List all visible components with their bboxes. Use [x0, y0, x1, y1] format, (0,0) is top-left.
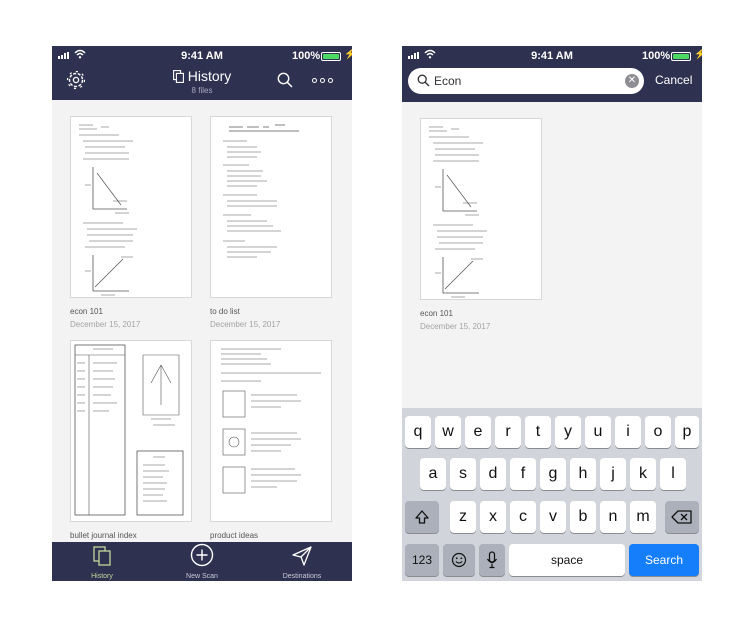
key-f[interactable]: f — [510, 458, 536, 490]
page-title-text: History — [187, 68, 232, 84]
key-h[interactable]: h — [570, 458, 596, 490]
key-n[interactable]: n — [600, 501, 626, 533]
file-name: product ideas — [210, 531, 259, 540]
key-e[interactable]: e — [465, 416, 491, 448]
paper-plane-icon — [292, 546, 312, 566]
key-k[interactable]: k — [630, 458, 656, 490]
clear-search-icon[interactable]: ✕ — [625, 74, 639, 88]
key-o[interactable]: o — [645, 416, 671, 448]
key-i[interactable]: i — [615, 416, 641, 448]
key-u[interactable]: u — [585, 416, 611, 448]
charging-icon: ⚡ — [344, 49, 352, 60]
file-thumbnail[interactable] — [70, 116, 192, 298]
key-m[interactable]: m — [630, 501, 656, 533]
tab-history-label: History — [91, 573, 113, 580]
file-thumbnail[interactable] — [70, 340, 192, 522]
file-card[interactable]: to do list December 15, 2017 — [210, 116, 334, 329]
history-nav-bar: 9:41 AM 100% ⚡ History 8 files — [52, 46, 352, 100]
emoji-key[interactable] — [443, 544, 475, 576]
battery-icon — [321, 52, 341, 61]
battery-icon — [671, 52, 691, 61]
file-name: econ 101 — [420, 309, 453, 318]
search-field[interactable]: ✕ — [408, 68, 644, 94]
more-options-icon[interactable] — [312, 78, 333, 83]
file-thumbnail[interactable] — [210, 340, 332, 522]
search-nav-bar: 9:41 AM 100% ⚡ ✕ Cancel — [402, 46, 702, 102]
key-w[interactable]: w — [435, 416, 461, 448]
file-name: econ 101 — [70, 307, 103, 316]
key-v[interactable]: v — [540, 501, 566, 533]
search-icon[interactable] — [277, 72, 293, 88]
search-input[interactable] — [434, 72, 614, 90]
file-date: December 15, 2017 — [210, 320, 281, 329]
key-j[interactable]: j — [600, 458, 626, 490]
key-s[interactable]: s — [450, 458, 476, 490]
documents-icon — [172, 70, 184, 83]
file-thumbnail[interactable] — [420, 118, 542, 300]
charging-icon: ⚡ — [694, 49, 702, 60]
key-q[interactable]: q — [405, 416, 431, 448]
search-screen: 9:41 AM 100% ⚡ ✕ Cancel — [402, 46, 702, 581]
cancel-button[interactable]: Cancel — [655, 73, 692, 87]
key-x[interactable]: x — [480, 501, 506, 533]
key-d[interactable]: d — [480, 458, 506, 490]
battery-percent: 100% — [292, 50, 321, 62]
key-p[interactable]: p — [675, 416, 699, 448]
history-screen: 9:41 AM 100% ⚡ History 8 files econ 101 … — [52, 46, 352, 581]
backspace-key[interactable] — [665, 501, 699, 533]
dictation-key[interactable] — [479, 544, 505, 576]
shift-key[interactable] — [405, 501, 439, 533]
search-icon — [417, 74, 430, 87]
key-g[interactable]: g — [540, 458, 566, 490]
file-thumbnail[interactable] — [210, 116, 332, 298]
file-date: December 15, 2017 — [420, 322, 491, 331]
file-count: 8 files — [191, 86, 213, 95]
key-t[interactable]: t — [525, 416, 551, 448]
documents-icon — [93, 546, 111, 566]
file-name: bullet journal index — [70, 531, 137, 540]
file-date: December 15, 2017 — [70, 320, 141, 329]
key-a[interactable]: a — [420, 458, 446, 490]
keyboard: q w e r t y u i o p a s d f g h j k l z … — [402, 408, 702, 581]
key-y[interactable]: y — [555, 416, 581, 448]
file-card[interactable]: bullet journal index — [70, 340, 194, 544]
file-card[interactable]: econ 101 December 15, 2017 — [420, 118, 544, 331]
status-bar: 9:41 AM 100% ⚡ — [402, 46, 702, 66]
key-b[interactable]: b — [570, 501, 596, 533]
emoji-icon — [451, 552, 467, 568]
search-key[interactable]: Search — [629, 544, 699, 576]
tab-history[interactable]: History — [62, 545, 142, 580]
key-l[interactable]: l — [660, 458, 686, 490]
key-z[interactable]: z — [450, 501, 476, 533]
status-bar: 9:41 AM 100% ⚡ — [52, 46, 352, 66]
file-name: to do list — [210, 307, 240, 316]
tab-new-scan-label: New Scan — [186, 573, 218, 580]
tab-destinations[interactable]: Destinations — [262, 545, 342, 580]
tab-destinations-label: Destinations — [282, 573, 322, 580]
numbers-key[interactable]: 123 — [405, 544, 439, 576]
search-results: econ 101 December 15, 2017 — [402, 102, 702, 408]
page-title: History — [52, 68, 352, 84]
microphone-icon — [486, 551, 498, 569]
file-grid: econ 101 December 15, 2017 to do list De… — [52, 100, 352, 542]
battery-percent: 100% — [642, 50, 671, 62]
key-c[interactable]: c — [510, 501, 536, 533]
space-key[interactable]: space — [509, 544, 625, 576]
tab-new-scan[interactable]: New Scan — [162, 543, 242, 580]
plus-circle-icon — [190, 543, 214, 567]
file-card[interactable]: econ 101 December 15, 2017 — [70, 116, 194, 329]
shift-arrow-icon — [415, 510, 429, 524]
file-card[interactable]: product ideas — [210, 340, 334, 544]
key-r[interactable]: r — [495, 416, 521, 448]
backspace-icon — [671, 510, 692, 524]
tab-bar: History New Scan Destinations — [52, 542, 352, 581]
